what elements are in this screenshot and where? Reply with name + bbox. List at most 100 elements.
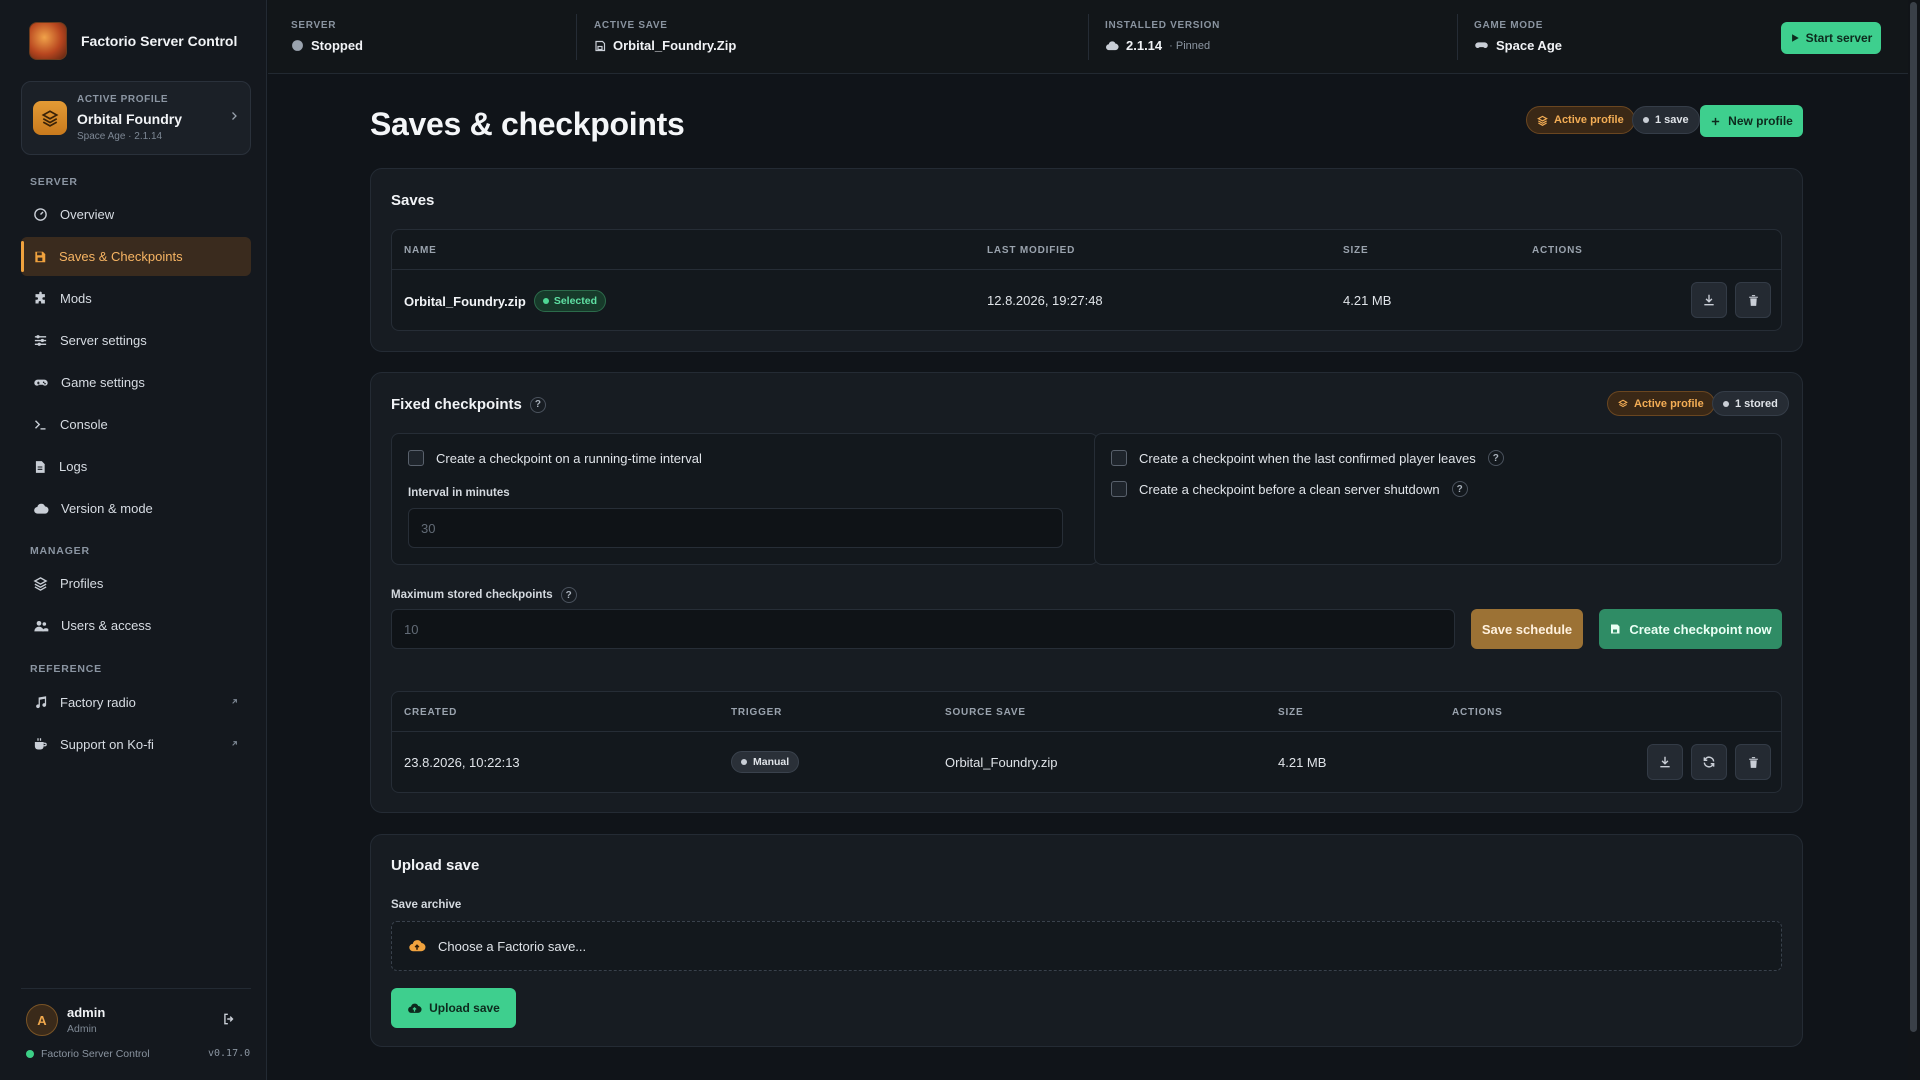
divider (1457, 14, 1458, 60)
sidebar-item-factory-radio[interactable]: Factory radio (21, 683, 251, 722)
save-file-name: Orbital_Foundry.zip (404, 293, 526, 309)
divider (1088, 14, 1089, 60)
active-profile-card[interactable]: ACTIVE PROFILE Orbital Foundry Space Age… (21, 81, 251, 155)
plus-icon (1710, 116, 1721, 127)
chevron-right-icon (228, 110, 240, 122)
sidebar-item-label: Support on Ko-fi (60, 737, 154, 752)
start-server-label: Start server (1805, 31, 1873, 45)
trash-icon (1747, 294, 1760, 307)
page-scrollbar[interactable] (1908, 0, 1920, 1080)
shutdown-checkbox[interactable] (1111, 481, 1127, 497)
cloud-upload-icon (408, 937, 426, 955)
badge-label: Active profile (1554, 114, 1624, 126)
puzzle-icon (33, 291, 48, 306)
profile-name: Orbital Foundry (77, 111, 182, 127)
download-save-button[interactable] (1691, 282, 1727, 318)
table-row[interactable]: Orbital_Foundry.zip Selected (404, 290, 607, 312)
interval-label: Interval in minutes (408, 487, 510, 499)
save-schedule-button[interactable]: Save schedule (1471, 609, 1583, 649)
interval-panel: Create a checkpoint on a running-time in… (391, 433, 1098, 565)
sidebar-item-users[interactable]: Users & access (21, 606, 251, 645)
layers-icon (1618, 399, 1628, 409)
delete-save-button[interactable] (1735, 282, 1771, 318)
saves-title: Saves (391, 192, 435, 209)
sidebar-item-mods[interactable]: Mods (21, 279, 251, 318)
max-stored-label-row: Maximum stored checkpoints ? (391, 587, 577, 603)
scrollbar-thumb[interactable] (1910, 2, 1917, 1032)
stat-label: INSTALLED VERSION (1105, 20, 1221, 31)
cloud-icon (33, 501, 49, 517)
online-dot-icon (26, 1050, 34, 1058)
sidebar-item-saves[interactable]: Saves & Checkpoints (21, 237, 251, 276)
interval-checkbox[interactable] (408, 450, 424, 466)
sidebar-item-version-mode[interactable]: Version & mode (21, 489, 251, 528)
delete-checkpoint-button[interactable] (1735, 744, 1771, 780)
help-icon[interactable]: ? (560, 587, 577, 603)
help-icon[interactable]: ? (1451, 481, 1468, 497)
max-stored-label: Maximum stored checkpoints (391, 589, 553, 601)
upload-card: Upload save Save archive Choose a Factor… (370, 834, 1803, 1047)
interval-input[interactable] (408, 508, 1063, 548)
create-checkpoint-button[interactable]: Create checkpoint now (1599, 609, 1782, 649)
cloud-icon (1105, 39, 1119, 53)
checkbox-label: Create a checkpoint when the last confir… (1139, 450, 1476, 466)
start-server-button[interactable]: Start server (1781, 22, 1881, 54)
user-role: Admin (67, 1023, 97, 1035)
sidebar-item-label: Logs (59, 459, 88, 474)
help-icon[interactable]: ? (529, 396, 546, 413)
floppy-icon (594, 40, 606, 52)
sidebar-item-server-settings[interactable]: Server settings (21, 321, 251, 360)
terminal-icon (33, 417, 48, 432)
max-stored-input[interactable] (391, 609, 1455, 649)
sidebar-item-overview[interactable]: Overview (21, 195, 251, 234)
divider (392, 269, 1781, 270)
badge-label: Manual (753, 756, 790, 768)
column-header: SIZE (1343, 245, 1369, 256)
avatar[interactable]: A (26, 1004, 58, 1036)
sidebar-item-profiles[interactable]: Profiles (21, 564, 251, 603)
trigger-badge: Manual (731, 751, 800, 773)
installed-version: 2.1.14 (1126, 38, 1163, 53)
interval-checkbox-row[interactable]: Create a checkpoint on a running-time in… (408, 450, 702, 466)
file-picker[interactable]: Choose a Factorio save... (391, 921, 1782, 971)
status-bar: SERVER Stopped ACTIVE SAVE Orbital_Found… (268, 0, 1908, 74)
version-note: · Pinned (1169, 39, 1211, 52)
logout-icon[interactable] (222, 1012, 236, 1026)
restore-checkpoint-button[interactable] (1691, 744, 1727, 780)
app-version: v0.17.0 (208, 1048, 251, 1059)
active-profile-badge: Active profile (1526, 106, 1635, 134)
player-leaves-checkbox-row[interactable]: Create a checkpoint when the last confir… (1111, 450, 1504, 466)
divider (576, 14, 577, 60)
sidebar-item-console[interactable]: Console (21, 405, 251, 444)
brand[interactable]: Factorio Server Control (29, 22, 237, 60)
help-icon[interactable]: ? (1487, 450, 1504, 466)
page-title: Saves & checkpoints (370, 106, 685, 142)
gamepad-icon (33, 375, 49, 391)
download-checkpoint-button[interactable] (1647, 744, 1683, 780)
sidebar-item-support[interactable]: Support on Ko-fi (21, 725, 251, 764)
checkbox-label: Create a checkpoint before a clean serve… (1139, 481, 1440, 497)
play-icon (1790, 33, 1800, 43)
new-profile-button[interactable]: New profile (1700, 105, 1803, 137)
shutdown-checkbox-row[interactable]: Create a checkpoint before a clean serve… (1111, 481, 1468, 497)
sidebar-item-game-settings[interactable]: Game settings (21, 363, 251, 402)
sidebar-item-logs[interactable]: Logs (21, 447, 251, 486)
selected-badge: Selected (533, 290, 607, 312)
column-header: SOURCE SAVE (945, 707, 1026, 718)
player-leaves-checkbox[interactable] (1111, 450, 1127, 466)
stat-version: INSTALLED VERSION 2.1.14 · Pinned (1105, 20, 1220, 53)
layers-icon (33, 101, 67, 135)
column-header: CREATED (404, 707, 458, 718)
active-save-name: Orbital_Foundry.Zip (613, 38, 737, 53)
column-header: LAST MODIFIED (987, 245, 1076, 256)
saves-card: Saves NAME LAST MODIFIED SIZE ACTIONS Or… (370, 168, 1803, 352)
badge-label: Selected (553, 295, 598, 307)
upload-save-button[interactable]: Upload save (391, 988, 516, 1028)
dot-icon (1723, 400, 1729, 407)
dot-icon (542, 298, 549, 304)
event-triggers-panel: Create a checkpoint when the last confir… (1094, 433, 1782, 565)
checkpoint-created: 23.8.2026, 10:22:13 (404, 755, 520, 770)
users-icon (33, 618, 49, 634)
sidebar-item-label: Mods (60, 291, 92, 306)
layers-icon (1537, 115, 1548, 126)
